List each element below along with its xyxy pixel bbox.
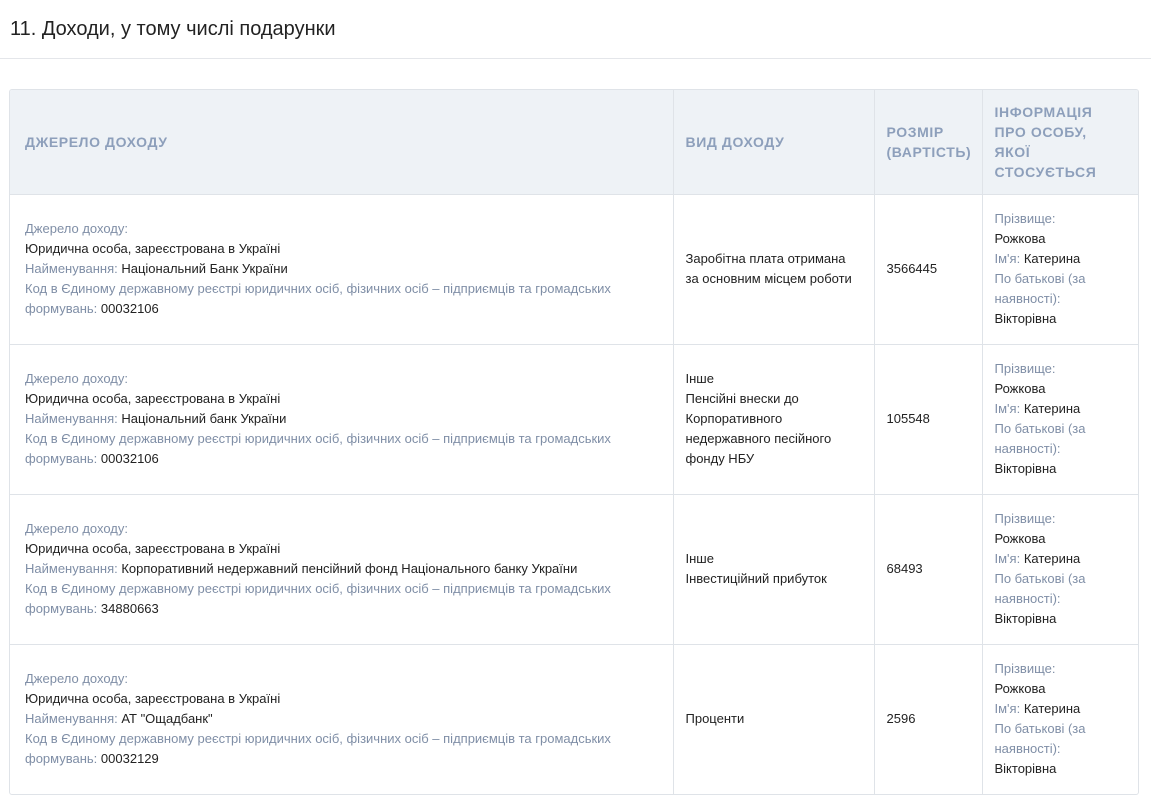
surname-value: Рожкова bbox=[994, 231, 1046, 246]
source-label: Джерело доходу: bbox=[25, 221, 128, 236]
patronymic-value: Вікторівна bbox=[994, 311, 1057, 326]
patronymic-label: По батькові (за наявності): bbox=[994, 721, 1086, 757]
person-info-cell: Прізвище: Рожкова Ім'я: Катерина По бать… bbox=[982, 194, 1138, 345]
header-source: Джерело доходу bbox=[10, 90, 674, 195]
patronymic-value: Вікторівна bbox=[994, 461, 1057, 476]
income-type-cell: Заробітна плата отримана за основним міс… bbox=[673, 194, 875, 345]
income-source-cell: Джерело доходу: Юридична особа, зареєстр… bbox=[10, 194, 674, 345]
income-type-line: Інше bbox=[685, 551, 714, 566]
firstname-value: Катерина bbox=[1023, 701, 1081, 717]
amount-cell: 3566445 bbox=[874, 194, 983, 345]
table-row: Джерело доходу: Юридична особа, зареєстр… bbox=[10, 194, 1138, 345]
person-info-cell: Прізвище: Рожкова Ім'я: Катерина По бать… bbox=[982, 344, 1138, 495]
income-table: Джерело доходу Вид доходу Розмір (вартіс… bbox=[10, 90, 1138, 794]
amount-cell: 2596 bbox=[874, 644, 983, 794]
firstname-label: Ім'я: bbox=[994, 701, 1021, 717]
name-label: Найменування: bbox=[25, 711, 118, 727]
firstname-label: Ім'я: bbox=[994, 251, 1021, 266]
name-label: Найменування: bbox=[25, 411, 118, 426]
firstname-value: Катерина bbox=[1023, 551, 1081, 566]
entity-type: Юридична особа, зареєстрована в Україні bbox=[25, 691, 281, 707]
entity-name: Національний банк України bbox=[121, 411, 287, 426]
section-title: 11. Доходи, у тому числі подарунки bbox=[10, 18, 336, 40]
firstname-value: Катерина bbox=[1023, 251, 1081, 266]
income-table-container: Джерело доходу Вид доходу Розмір (вартіс… bbox=[9, 89, 1139, 795]
income-type-line: Заробітна плата отримана за основним міс… bbox=[685, 251, 852, 286]
header-person-info: Інформація про особу, якої стосується bbox=[982, 90, 1138, 195]
surname-value: Рожкова bbox=[994, 531, 1046, 546]
person-info-cell: Прізвище: Рожкова Ім'я: Катерина По бать… bbox=[982, 494, 1138, 645]
header-amount: Розмір (вартість) bbox=[874, 90, 983, 195]
name-label: Найменування: bbox=[25, 261, 118, 276]
income-type-line: Інше bbox=[685, 371, 714, 386]
entity-name: Національний Банк України bbox=[121, 261, 288, 276]
patronymic-value: Вікторівна bbox=[994, 611, 1057, 626]
patronymic-label: По батькові (за наявності): bbox=[994, 271, 1086, 306]
amount-cell: 105548 bbox=[874, 344, 983, 495]
firstname-label: Ім'я: bbox=[994, 551, 1021, 566]
entity-code: 00032106 bbox=[100, 301, 159, 316]
surname-label: Прізвище: bbox=[994, 661, 1056, 677]
entity-name: АТ "Ощадбанк" bbox=[121, 711, 213, 727]
income-type-cell: Проценти bbox=[673, 644, 875, 794]
source-label: Джерело доходу: bbox=[25, 671, 128, 687]
income-type-line: Проценти bbox=[685, 711, 745, 727]
section-divider bbox=[0, 58, 1151, 59]
surname-label: Прізвище: bbox=[994, 361, 1056, 376]
income-type-cell: Інше Інвестиційний прибуток bbox=[673, 494, 875, 645]
firstname-value: Катерина bbox=[1023, 401, 1081, 416]
income-type-line: Пенсійні внески до Корпоративного недерж… bbox=[685, 391, 832, 466]
source-label: Джерело доходу: bbox=[25, 371, 128, 386]
income-source-cell: Джерело доходу: Юридична особа, зареєстр… bbox=[10, 494, 674, 645]
entity-name: Корпоративний недержавний пенсійний фонд… bbox=[121, 561, 578, 576]
name-label: Найменування: bbox=[25, 561, 118, 576]
surname-label: Прізвище: bbox=[994, 211, 1056, 226]
surname-label: Прізвище: bbox=[994, 511, 1056, 526]
entity-type: Юридична особа, зареєстрована в Україні bbox=[25, 541, 281, 556]
entity-type: Юридична особа, зареєстрована в Україні bbox=[25, 391, 281, 406]
income-source-cell: Джерело доходу: Юридична особа, зареєстр… bbox=[10, 644, 674, 794]
source-label: Джерело доходу: bbox=[25, 521, 128, 536]
header-income-type: Вид доходу bbox=[673, 90, 875, 195]
patronymic-value: Вікторівна bbox=[994, 761, 1057, 777]
entity-code: 00032106 bbox=[100, 451, 159, 466]
patronymic-label: По батькові (за наявності): bbox=[994, 571, 1086, 606]
surname-value: Рожкова bbox=[994, 381, 1046, 396]
income-type-line: Інвестиційний прибуток bbox=[685, 571, 827, 586]
amount-cell: 68493 bbox=[874, 494, 983, 645]
person-info-cell: Прізвище: Рожкова Ім'я: Катерина По бать… bbox=[982, 644, 1138, 794]
table-row: Джерело доходу: Юридична особа, зареєстр… bbox=[10, 644, 1138, 794]
entity-code: 34880663 bbox=[100, 601, 159, 616]
table-header-row: Джерело доходу Вид доходу Розмір (вартіс… bbox=[10, 90, 1138, 195]
table-row: Джерело доходу: Юридична особа, зареєстр… bbox=[10, 344, 1138, 495]
income-section: 11. Доходи, у тому числі подарунки Джере… bbox=[0, 0, 1151, 799]
surname-value: Рожкова bbox=[994, 681, 1046, 697]
patronymic-label: По батькові (за наявності): bbox=[994, 421, 1086, 456]
table-row: Джерело доходу: Юридична особа, зареєстр… bbox=[10, 494, 1138, 645]
firstname-label: Ім'я: bbox=[994, 401, 1021, 416]
income-source-cell: Джерело доходу: Юридична особа, зареєстр… bbox=[10, 344, 674, 495]
entity-code: 00032129 bbox=[100, 751, 159, 767]
income-type-cell: Інше Пенсійні внески до Корпоративного не… bbox=[673, 344, 875, 495]
entity-type: Юридична особа, зареєстрована в Україні bbox=[25, 241, 281, 256]
